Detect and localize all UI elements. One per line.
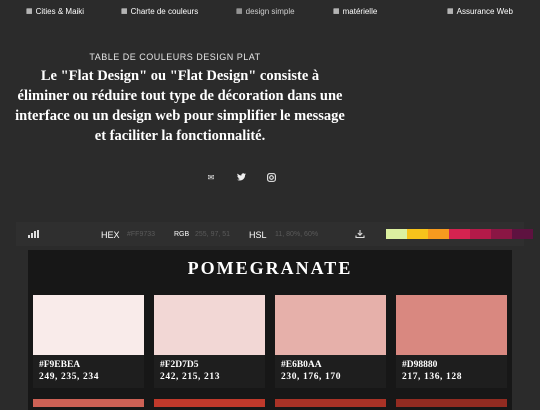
color-info: #D98880 217, 136, 128 [396, 355, 507, 388]
color-info-bar: HEX #FF9733 RGB 255, 97, 51 HSL 11, 80%,… [16, 222, 533, 246]
nav-label: Cities & Maiki [35, 7, 85, 16]
color-swatch [154, 295, 265, 355]
rgb-label: RGB [174, 231, 190, 238]
swatch[interactable] [407, 229, 428, 239]
swatch[interactable] [428, 229, 449, 239]
hero-subtitle: TABLE DE COULEURS DESIGN PLAT [89, 52, 261, 62]
swatch-strip [386, 229, 533, 239]
nav-materielle[interactable]: ▦ matérielle [333, 7, 377, 16]
color-card[interactable]: #E6B0AA 230, 176, 170 [275, 295, 386, 388]
color-card-partial[interactable] [154, 399, 265, 407]
color-hex: #F2D7D5 [160, 360, 199, 370]
swatch[interactable] [491, 229, 512, 239]
color-rgb: 242, 215, 213 [160, 372, 221, 382]
nav-design-simple[interactable]: ▦ design simple [236, 7, 295, 16]
grid-icon: ▦ [121, 8, 128, 15]
top-nav: ▦ Cities & Maiki ▦ Charte de couleurs ▦ des… [0, 0, 540, 26]
color-info: #E6B0AA 230, 176, 170 [275, 355, 386, 388]
download-icon[interactable] [355, 229, 365, 239]
color-swatch [33, 295, 144, 355]
grid-icon: ▦ [26, 8, 33, 15]
grid-icon: ▦ [447, 8, 454, 15]
color-rgb: 230, 176, 170 [281, 372, 342, 382]
nav-label: matérielle [342, 7, 378, 16]
hex-value: #FF9733 [127, 231, 156, 238]
swatch[interactable] [470, 229, 491, 239]
color-swatch [396, 295, 507, 355]
nav-assurance-web[interactable]: ▦ Assurance Web [447, 7, 513, 16]
color-card[interactable]: #D98880 217, 136, 128 [396, 295, 507, 388]
color-card[interactable]: #F9EBEA 249, 235, 234 [33, 295, 144, 388]
color-rgb: 217, 136, 128 [402, 372, 463, 382]
color-rgb: 249, 235, 234 [39, 372, 100, 382]
social-links: ✉ [205, 172, 277, 182]
hsl-label: HSL [249, 230, 267, 240]
color-swatch [275, 295, 386, 355]
nav-charte-couleurs[interactable]: ▦ Charte de couleurs [121, 7, 198, 16]
palette-title: POMEGRANATE [187, 258, 353, 278]
color-card-partial[interactable] [33, 399, 144, 407]
color-info: #F9EBEA 249, 235, 234 [33, 355, 144, 388]
grid-icon: ▦ [236, 8, 243, 15]
twitter-icon[interactable] [235, 172, 247, 182]
swatch[interactable] [386, 229, 407, 239]
hsl-value: 11, 80%, 60% [275, 231, 319, 238]
color-hex: #F9EBEA [39, 360, 81, 370]
mail-icon[interactable]: ✉ [205, 172, 217, 182]
swatch[interactable] [512, 229, 533, 239]
color-card[interactable]: #F2D7D5 242, 215, 213 [154, 295, 265, 388]
rgb-value: 255, 97, 51 [195, 231, 231, 238]
color-card-partial[interactable] [275, 399, 386, 407]
instagram-icon[interactable] [265, 172, 277, 182]
color-hex: #E6B0AA [281, 360, 322, 370]
nav-cities-maiki[interactable]: ▦ Cities & Maiki [26, 7, 84, 16]
hero-text: Le "Flat Design" ou "Flat Design" consis… [15, 68, 345, 144]
swatch[interactable] [449, 229, 470, 239]
nav-label: design simple [245, 7, 295, 16]
grid-icon: ▦ [333, 8, 340, 15]
nav-label: Charte de couleurs [130, 7, 199, 16]
bars-icon[interactable] [28, 230, 39, 238]
color-card-partial[interactable] [396, 399, 507, 407]
color-hex: #D98880 [402, 360, 438, 370]
hex-label: HEX [101, 230, 120, 240]
color-info: #F2D7D5 242, 215, 213 [154, 355, 265, 388]
nav-label: Assurance Web [456, 7, 513, 16]
